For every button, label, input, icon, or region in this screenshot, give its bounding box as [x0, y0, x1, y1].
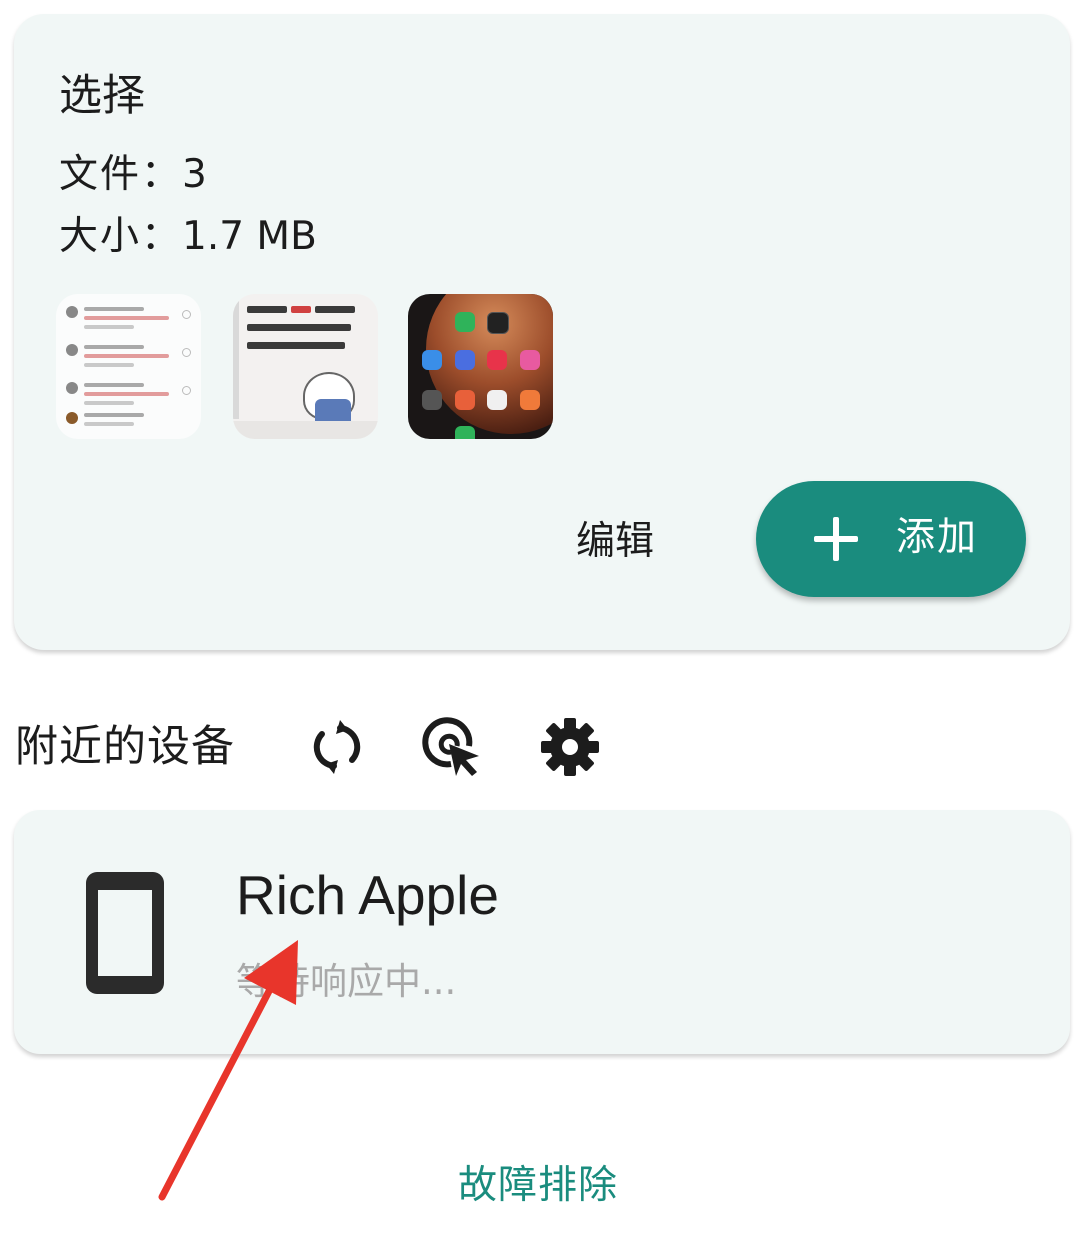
troubleshoot-link[interactable]: 故障排除 — [458, 1160, 618, 1212]
device-card[interactable]: Rich Apple 等待响应中... — [14, 810, 1070, 1054]
selection-card: 选择 文件：3 大小：1.7 MB 编辑 添加 — [14, 14, 1070, 650]
size-value: 1.7 MB — [182, 214, 317, 259]
plus-icon — [814, 517, 858, 561]
selection-title: 选择 — [59, 71, 145, 121]
nearby-devices-title: 附近的设备 — [15, 722, 235, 772]
file-count-row: 文件：3 — [59, 151, 207, 199]
phone-icon — [84, 870, 166, 996]
device-name: Rich Apple — [236, 864, 499, 926]
edit-button[interactable]: 编辑 — [576, 517, 654, 567]
add-button-label: 添加 — [896, 515, 979, 560]
file-thumbnail[interactable] — [408, 294, 553, 439]
refresh-icon[interactable] — [306, 716, 368, 778]
size-label: 大小： — [59, 214, 183, 259]
files-value: 3 — [182, 152, 207, 197]
files-label: 文件： — [59, 152, 183, 197]
add-button[interactable]: 添加 — [756, 481, 1026, 597]
device-status: 等待响应中... — [236, 960, 457, 1003]
select-cursor-icon[interactable] — [421, 716, 483, 778]
gear-icon[interactable] — [539, 716, 601, 778]
file-thumbnail[interactable] — [56, 294, 201, 439]
file-thumbnail[interactable] — [233, 294, 378, 439]
file-size-row: 大小：1.7 MB — [59, 213, 317, 261]
